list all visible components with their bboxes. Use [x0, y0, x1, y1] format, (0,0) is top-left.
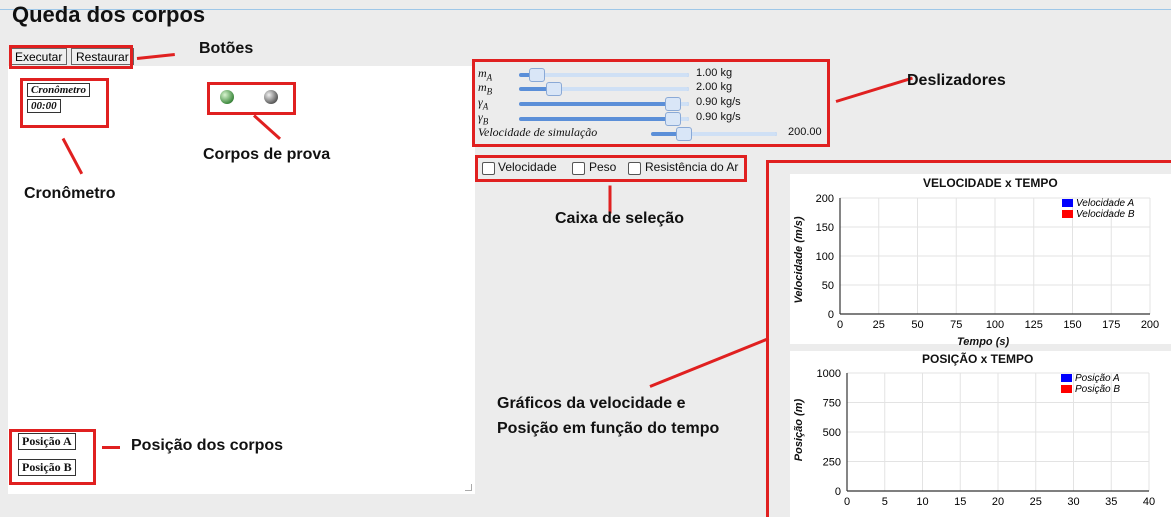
buttons-pointer	[136, 53, 175, 60]
stopwatch-callout: Cronômetro	[24, 185, 116, 202]
sliders-callout: Deslizadores	[907, 72, 1006, 89]
charts-pointer	[649, 337, 770, 388]
checkboxes-highlight	[475, 155, 747, 182]
buttons-highlight	[9, 45, 133, 69]
page-title: Queda dos corpos	[12, 2, 206, 27]
stopwatch-highlight	[20, 78, 109, 128]
resize-handle[interactable]	[465, 484, 472, 491]
checkboxes-callout: Caixa de seleção	[555, 210, 684, 227]
bodies-callout: Corpos de prova	[203, 146, 331, 163]
positions-highlight	[9, 429, 96, 485]
buttons-callout: Botões	[199, 40, 254, 57]
positions-pointer	[102, 446, 120, 449]
charts-callout-line1: Gráficos da velocidade e	[497, 395, 686, 412]
sliders-highlight	[472, 59, 830, 147]
charts-callout-line2: Posição em função do tempo	[497, 420, 720, 437]
sliders-pointer	[835, 76, 913, 103]
charts-highlight	[766, 160, 1171, 517]
bodies-highlight	[207, 82, 296, 115]
positions-callout: Posição dos corpos	[131, 437, 284, 454]
